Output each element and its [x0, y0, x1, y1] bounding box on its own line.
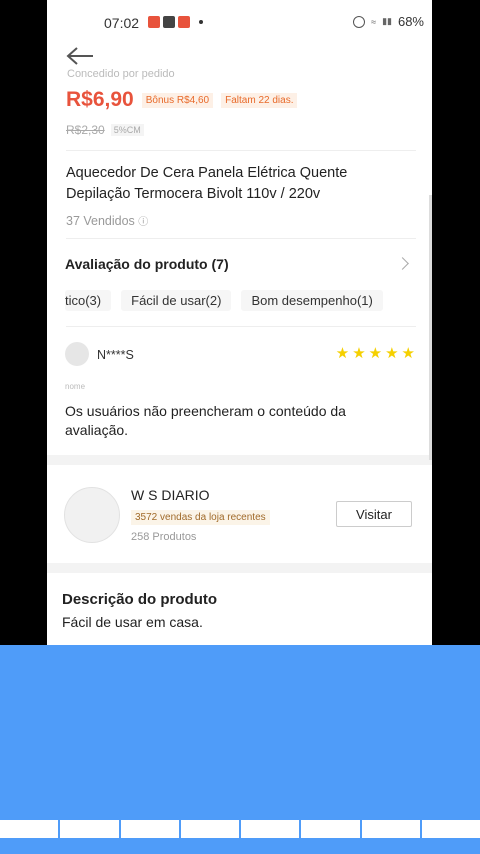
- variant-label: nome: [65, 382, 86, 391]
- notification-icons: [148, 16, 203, 28]
- app-notification-icon: [148, 16, 160, 28]
- review-tag[interactable]: tico(3): [65, 290, 112, 311]
- section-gap: [47, 563, 432, 573]
- description-heading: Descrição do produto: [62, 591, 218, 608]
- sold-count: 37 Vendidos ⓘ: [66, 213, 148, 228]
- description-text: Fácil de usar em casa.: [62, 614, 203, 630]
- wifi-icon: ≈: [371, 16, 377, 27]
- battery-level: 68%: [397, 14, 424, 29]
- status-time: 07:02: [104, 15, 140, 31]
- shop-avatar[interactable]: [64, 487, 120, 543]
- current-price: R$6,90: [66, 88, 134, 111]
- segmented-bar: [0, 820, 480, 838]
- alarm-icon: [353, 15, 366, 28]
- rating-stars: ★ ★ ★ ★ ★: [336, 346, 415, 361]
- review-tags: tico(3) Fácil de usar(2) Bom desempenho(…: [65, 290, 383, 311]
- bar-segment: [0, 820, 59, 838]
- reviewer-name: N****S: [97, 348, 134, 362]
- more-notifications-icon: [199, 20, 203, 24]
- star-icon: ★: [368, 345, 383, 362]
- divider: [66, 238, 416, 239]
- bar-segment: [120, 820, 179, 838]
- bar-segment: [421, 820, 480, 838]
- divider: [66, 150, 416, 151]
- signal-icon: ▮▮: [382, 16, 392, 26]
- app-screen: 07:02 ≈ ▮▮ 68% Concedido por pedido R$6,…: [47, 0, 432, 648]
- discount-badge: 5%CM: [110, 124, 144, 136]
- bar-segment: [180, 820, 239, 838]
- bar-segment: [60, 820, 119, 838]
- back-arrow-icon[interactable]: [65, 46, 95, 66]
- visit-shop-button[interactable]: Visitar: [336, 501, 412, 527]
- bar-segment: [241, 820, 300, 838]
- divider: [66, 326, 416, 327]
- bonus-badge: Bônus R$4,60: [141, 92, 214, 108]
- truncated-label: Concedido por pedido: [67, 68, 175, 80]
- gallery-icon: [163, 16, 175, 28]
- app-notification-icon: [178, 16, 190, 28]
- product-title: Aquecedor De Cera Panela Elétrica Quente…: [66, 165, 348, 202]
- review-text: Os usuários não preencheram o conteúdo d…: [65, 403, 346, 438]
- system-icons: ≈ ▮▮ 68%: [353, 14, 424, 29]
- reviewer-avatar: [65, 342, 89, 366]
- review-tag[interactable]: Bom desempenho(1): [241, 290, 383, 311]
- shop-product-count: 258 Produtos: [131, 531, 197, 543]
- status-bar: 07:02 ≈ ▮▮ 68%: [47, 0, 432, 44]
- chevron-right-icon[interactable]: [396, 257, 409, 270]
- shop-sales-badge: 3572 vendas da loja recentes: [131, 510, 270, 525]
- reviews-heading[interactable]: Avaliação do produto (7): [65, 256, 229, 272]
- sold-count-text: 37 Vendidos: [66, 214, 135, 228]
- star-icon: ★: [335, 345, 350, 362]
- original-price: R$2,30: [66, 123, 105, 137]
- bar-segment: [301, 820, 360, 838]
- star-icon: ★: [401, 345, 415, 362]
- deadline-badge: Faltam 22 dias.: [221, 92, 298, 108]
- section-gap: [47, 455, 432, 465]
- shop-name[interactable]: W S DIARIO: [131, 487, 210, 503]
- original-price-row: R$2,30 5%CM: [66, 123, 144, 137]
- scrollbar[interactable]: [429, 195, 432, 460]
- review-tag[interactable]: Fácil de usar(2): [121, 290, 232, 311]
- star-icon: ★: [352, 345, 366, 362]
- price-row: R$6,90 Bônus R$4,60 Faltam 22 dias.: [66, 88, 298, 112]
- info-icon[interactable]: ⓘ: [138, 217, 148, 228]
- bar-segment: [361, 820, 420, 838]
- star-icon: ★: [385, 345, 399, 362]
